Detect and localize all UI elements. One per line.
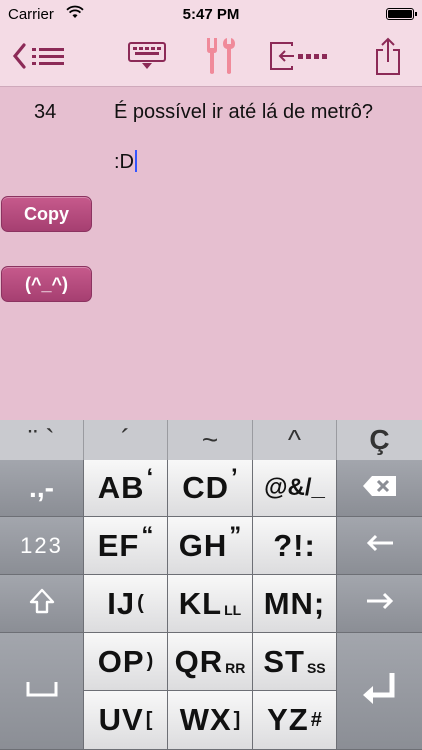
key-ef[interactable]: EF “ <box>84 517 168 575</box>
accent-circumflex-key[interactable]: ^ <box>253 420 337 460</box>
key-symbols-label: @&/_ <box>264 474 325 501</box>
key-ij-label: IJ <box>107 585 136 621</box>
copy-button[interactable]: Copy <box>1 196 92 232</box>
key-return[interactable] <box>337 633 422 750</box>
key-mn-label: MN; <box>263 585 326 621</box>
shift-icon <box>28 587 56 620</box>
key-st-sub: SS <box>306 659 326 676</box>
key-cd[interactable]: CD’ <box>168 460 253 517</box>
key-qmarks[interactable]: ?!: <box>253 517 337 575</box>
share-icon <box>373 36 403 81</box>
left-arrow-icon <box>365 533 395 558</box>
space-icon <box>25 680 59 703</box>
key-ab-sub: ‘ <box>146 464 154 491</box>
tools-button[interactable] <box>199 36 243 80</box>
key-kl-sub: LL <box>224 601 242 618</box>
key-right[interactable] <box>337 575 422 633</box>
text-caret <box>135 150 137 172</box>
backspace-icon <box>362 474 398 503</box>
phrase-number: 34 <box>34 101 57 123</box>
return-icon <box>360 669 400 714</box>
key-uv-label: UV <box>98 702 144 737</box>
key-wx-label: WX <box>179 702 232 737</box>
key-op[interactable]: OP) <box>84 633 168 691</box>
key-kl-label: KL <box>178 585 223 621</box>
key-yz[interactable]: YZ # <box>253 691 337 750</box>
key-symbols[interactable]: @&/_ <box>253 460 337 517</box>
key-wx[interactable]: WX] <box>168 691 253 750</box>
key-punct[interactable]: .,- <box>0 460 84 517</box>
key-qr-sub: RR <box>225 659 246 676</box>
key-cd-label: CD <box>182 470 230 505</box>
key-qr-label: QR <box>174 643 224 679</box>
input-value: :D <box>114 151 134 173</box>
key-wx-sub: ] <box>233 708 241 731</box>
accent-acute-key[interactable]: ´ <box>84 420 168 460</box>
key-uv-sub: [ <box>145 708 153 731</box>
accent-tilde-key[interactable]: ~ <box>168 420 253 460</box>
accent-row: ¨ ` ´ ~ ^ Ç <box>0 420 422 460</box>
phrase-text: É possível ir até lá de metrô? <box>114 101 374 123</box>
text-input[interactable]: :D <box>114 150 137 174</box>
key-yz-sub: # <box>310 708 322 731</box>
tools-icon <box>203 36 239 81</box>
key-mn[interactable]: MN; <box>253 575 337 633</box>
hide-keyboard-button[interactable] <box>124 36 170 80</box>
key-ij[interactable]: IJ( <box>84 575 168 633</box>
key-uv[interactable]: UV[ <box>84 691 168 750</box>
key-op-label: OP <box>97 643 145 679</box>
key-qr[interactable]: QR RR <box>168 633 253 691</box>
key-punct-label: .,- <box>29 472 54 503</box>
key-ef-sub: “ <box>141 521 154 549</box>
key-shift[interactable] <box>0 575 84 633</box>
right-arrow-icon <box>365 591 395 616</box>
keyboard-hide-icon <box>126 40 168 77</box>
key-ef-label: EF <box>97 527 140 563</box>
key-st-label: ST <box>263 643 305 679</box>
key-gh[interactable]: GH” <box>168 517 253 575</box>
import-button[interactable] <box>266 36 330 80</box>
back-list-icon <box>10 40 68 77</box>
phrase-area: 34 É possível ir até lá de metrô? :D Cop… <box>0 87 422 420</box>
key-gh-sub: ” <box>229 521 242 549</box>
key-ij-sub: ( <box>137 592 144 614</box>
accent-diaeresis-grave-key[interactable]: ¨ ` <box>0 420 84 460</box>
toolbar <box>0 30 422 87</box>
key-cd-sub: ’ <box>231 464 238 491</box>
battery-icon <box>386 8 417 20</box>
import-icon <box>268 40 328 77</box>
key-op-sub: ) <box>146 650 154 672</box>
cedilla-key[interactable]: Ç <box>337 420 422 460</box>
key-qmarks-label: ?!: <box>273 527 316 563</box>
key-ab[interactable]: AB ‘ <box>84 460 168 517</box>
keyboard: ¨ ` ´ ~ ^ Ç .,- AB ‘ CD’ @&/_ 123 EF “ GH”… <box>0 420 422 750</box>
status-bar: Carrier 5:47 PM <box>0 0 422 30</box>
key-st[interactable]: ST SS <box>253 633 337 691</box>
key-gh-label: GH <box>178 527 228 563</box>
key-numbers[interactable]: 123 <box>0 517 84 575</box>
key-ab-label: AB <box>97 470 145 505</box>
key-space[interactable] <box>0 633 84 750</box>
key-numbers-label: 123 <box>20 532 63 558</box>
key-kl[interactable]: KL LL <box>168 575 253 633</box>
back-list-button[interactable] <box>8 36 70 80</box>
key-left[interactable] <box>337 517 422 575</box>
key-yz-label: YZ <box>267 702 309 737</box>
share-button[interactable] <box>366 36 410 80</box>
emoticon-button[interactable]: (^_^) <box>1 266 92 302</box>
key-backspace[interactable] <box>337 460 422 517</box>
clock: 5:47 PM <box>182 6 240 23</box>
